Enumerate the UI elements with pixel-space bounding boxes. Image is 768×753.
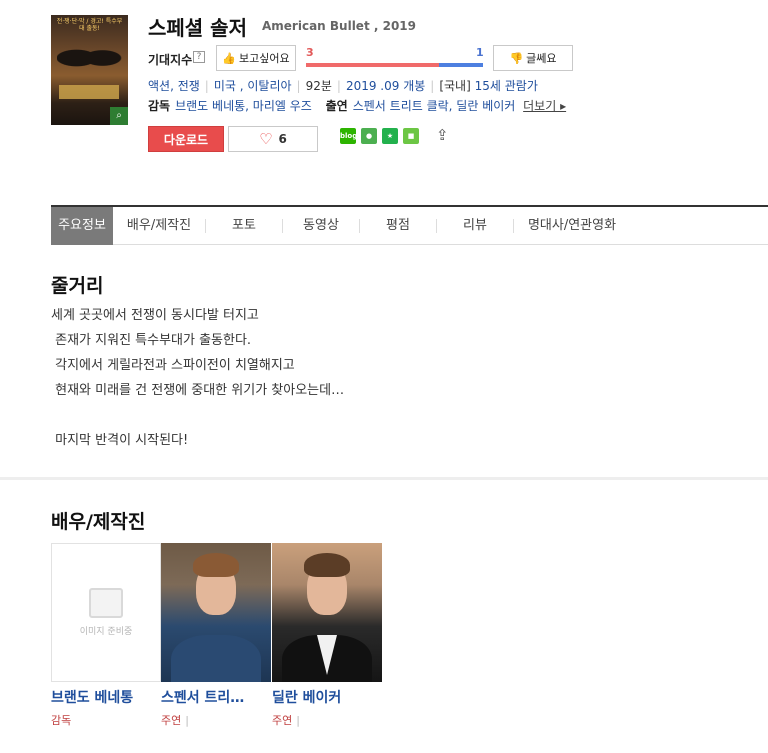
want-count: 3 [306,46,314,59]
image-placeholder-icon [89,588,123,618]
release-link[interactable]: 2019 .09 개봉 [346,79,425,93]
want-label: 보고싶어요 [239,52,290,65]
tab-cast[interactable]: 배우/제작진 [113,207,205,245]
not-sure-button[interactable]: 👎 글쎄요 [493,45,573,71]
synopsis-text: 세계 곳곳에서 전쟁이 동시다발 터지고 존재가 지워진 특수부대가 출동한다.… [51,308,345,448]
synopsis-title: 줄거리 [51,275,104,297]
cast-name[interactable]: 딜란 베이커 [272,687,382,707]
tab-quotes-related[interactable]: 명대사/연관영화 [514,207,630,245]
tab-photo[interactable]: 포토 [206,207,282,245]
credits-line: 감독 브랜도 베네통, 마리엘 우즈 출연 스펜서 트리트 클락, 딜란 베이커 더… [148,97,566,114]
expectation-bar [306,63,483,67]
poster-tagline: 전·쟁·단·막 / 경고! 특수부대 출동! [56,18,123,32]
director-links[interactable]: 브랜도 베네통, 마리엘 우즈 [175,99,312,113]
tab-video[interactable]: 동영상 [283,207,359,245]
thumbs-up-icon: 👍 [222,51,237,65]
share-icons: blog ● ★ ■ [340,128,419,144]
like-button[interactable]: ♡ 6 [228,126,318,152]
cast-section-title: 배우/제작진 [51,511,146,533]
bad-count: 1 [476,46,484,59]
bad-label: 글쎄요 [526,52,557,65]
cast-photo[interactable] [272,543,382,682]
runtime: 92분 [305,79,332,93]
like-count: 6 [278,132,287,146]
movie-title-english: American Bullet , 2019 [262,19,416,33]
expectation-bar-fill [306,63,439,67]
thumbs-down-icon: 👎 [509,51,524,65]
cast-card[interactable]: 이미지 준비중 브랜도 베네통 감독 [51,543,161,728]
tab-review[interactable]: 리뷰 [437,207,513,245]
section-divider [0,477,768,480]
poster-title-art [59,85,119,99]
rating-prefix: [국내] [439,79,471,93]
cast-card[interactable]: 딜란 베이커 주연 | [272,543,382,728]
want-to-see-button[interactable]: 👍 보고싶어요 [216,45,296,71]
star-share-icon[interactable]: ★ [382,128,398,144]
poster-soldiers-image [57,39,122,77]
cast-role: 감독 [51,714,72,727]
share-out-icon[interactable]: ⇪ [436,126,449,144]
country-link[interactable]: 미국 , 이탈리아 [214,79,292,93]
genre-link[interactable]: 액션, 전쟁 [148,79,200,93]
download-button[interactable]: 다운로드 [148,126,224,152]
tab-main-info[interactable]: 주요정보 [51,207,113,245]
cast-label: 출연 [325,99,348,113]
placeholder-text: 이미지 준비중 [79,627,133,637]
blog-share-icon[interactable]: blog [340,128,357,144]
content-tabs: 주요정보 배우/제작진 포토 동영상 평점 리뷰 명대사/연관영화 [51,205,768,245]
heart-icon: ♡ [259,130,273,148]
cast-photo-placeholder[interactable]: 이미지 준비중 [51,543,161,682]
note-share-icon[interactable]: ■ [403,128,419,144]
director-label: 감독 [148,99,171,113]
cast-photo[interactable] [161,543,271,682]
more-link[interactable]: 더보기 ▸ [523,99,566,113]
tab-rating[interactable]: 평점 [360,207,436,245]
cast-role: 주연 | [272,714,300,727]
cast-links[interactable]: 스펜서 트리트 클락, 딜란 베이커 [353,99,516,113]
movie-title: 스페셜 솔저 [148,16,247,40]
cast-role: 주연 | [161,714,189,727]
magnifier-icon[interactable]: ⌕ [110,107,128,125]
cast-name[interactable]: 스펜서 트리… [161,687,271,707]
cast-name[interactable]: 브랜도 베네통 [51,687,161,707]
movie-poster[interactable]: 전·쟁·단·막 / 경고! 특수부대 출동! ⌕ [51,15,128,125]
movie-meta-info: 액션, 전쟁 | 미국 , 이탈리아 | 92분 | 2019 .09 개봉 | [국내] 15… [148,79,538,93]
help-icon[interactable]: ? [193,51,205,63]
cast-card[interactable]: 스펜서 트리… 주연 | [161,543,271,728]
rating-link[interactable]: 15세 관람가 [475,79,538,93]
talk-share-icon[interactable]: ● [361,128,377,144]
expectation-label: 기대지수 [148,53,193,67]
